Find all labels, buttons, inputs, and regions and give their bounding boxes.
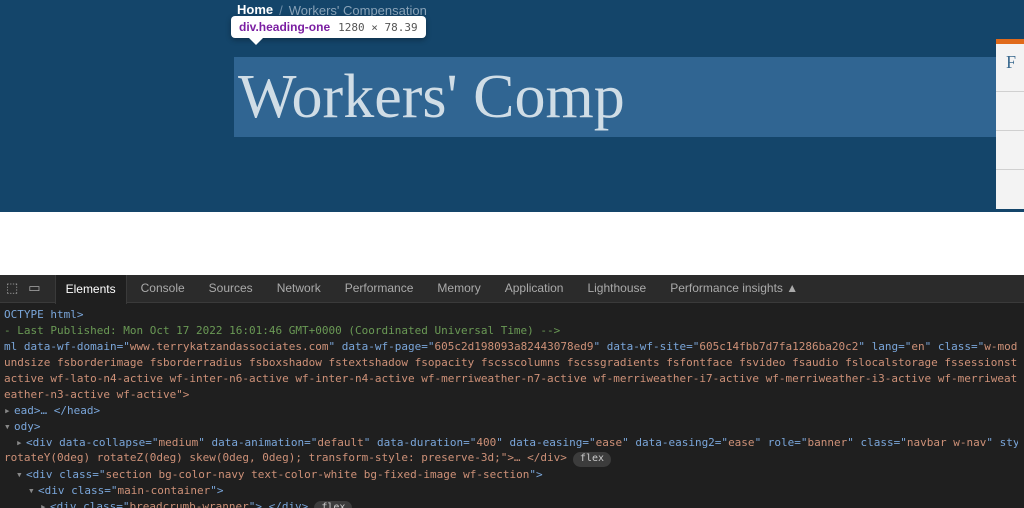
t: "> [529, 468, 542, 481]
disclose-icon[interactable]: ▾ [28, 483, 38, 499]
t: <div class=" [50, 500, 129, 508]
v: ease [728, 436, 755, 449]
devtools-toolbar-icons: ⬚ ▭ [6, 279, 41, 298]
v: eather-n3-active wf-active"> [4, 388, 189, 401]
flex-badge[interactable]: flex [314, 501, 352, 508]
tab-sources[interactable]: Sources [199, 275, 263, 303]
inspect-highlight-overlay: Workers' Comp [234, 57, 1024, 137]
v: www.terrykatzandassociates.com [130, 340, 329, 353]
disclose-icon[interactable]: ▸ [4, 403, 14, 419]
dom-line[interactable]: rotateY(0deg) rotateZ(0deg) skew(0deg, 0… [4, 450, 1018, 467]
v: main-container [117, 484, 210, 497]
t: " class=" [925, 340, 985, 353]
devtools-tab-bar: ⬚ ▭ Elements Console Sources Network Per… [0, 275, 1024, 303]
v: medium [158, 436, 198, 449]
v: 400 [476, 436, 496, 449]
t: ead>… </head> [14, 404, 100, 417]
tab-network[interactable]: Network [267, 275, 331, 303]
disclose-icon[interactable]: ▾ [16, 467, 26, 483]
t: " data-easing2=" [622, 436, 728, 449]
inspect-icon[interactable]: ⬚ [6, 279, 18, 298]
t: " class=" [847, 436, 907, 449]
dom-line[interactable]: ▸<div data-collapse="medium" data-animat… [4, 435, 1018, 451]
devtools-panel: ⬚ ▭ Elements Console Sources Network Per… [0, 275, 1024, 508]
v: banner [808, 436, 848, 449]
dom-line[interactable]: ml data-wf-domain="www.terrykatzandassoc… [4, 339, 1018, 355]
flex-badge[interactable]: flex [573, 452, 611, 467]
t: " data-easing=" [496, 436, 595, 449]
v: rotateY(0deg) rotateZ(0deg) skew(0deg, 0… [4, 451, 567, 464]
tab-elements[interactable]: Elements [55, 275, 127, 304]
tab-application[interactable]: Application [495, 275, 574, 303]
dom-line[interactable]: - Last Published: Mon Oct 17 2022 16:01:… [4, 323, 1018, 339]
v: breadcrumb-wranner [129, 500, 248, 508]
disclose-icon[interactable]: ▾ [4, 419, 14, 435]
dom-line[interactable]: ▾<div class="section bg-color-navy text-… [4, 467, 1018, 483]
disclose-icon[interactable]: ▸ [16, 435, 26, 451]
page-body-gap [0, 212, 1024, 275]
tab-memory[interactable]: Memory [427, 275, 490, 303]
tooltip-caret-icon [249, 38, 263, 45]
t: ">…</div> [249, 500, 309, 508]
device-toggle-icon[interactable]: ▭ [28, 279, 40, 298]
dom-line[interactable]: ▸ead>… </head> [4, 403, 1018, 419]
divider [996, 130, 1024, 131]
page-title: Workers' Comp [238, 62, 625, 133]
tab-performance-insights[interactable]: Performance insights ▲ [660, 275, 808, 303]
sidebar-card-letter: F [996, 44, 1024, 73]
v: section bg-color-navy text-color-white b… [105, 468, 529, 481]
t: " data-animation=" [198, 436, 317, 449]
v: en [911, 340, 924, 353]
v: 605c2d198093a82443078ed9 [435, 340, 594, 353]
divider [996, 169, 1024, 170]
devtools-elements-tree[interactable]: OCTYPE html> - Last Published: Mon Oct 1… [0, 303, 1024, 508]
inspect-tooltip-dimensions: 1280 × 78.39 [338, 21, 417, 34]
t: ody> [14, 420, 41, 433]
t: " role=" [755, 436, 808, 449]
t: " data-wf-page=" [329, 340, 435, 353]
t: " data-wf-site=" [593, 340, 699, 353]
sidebar-card: F [996, 39, 1024, 209]
t: <div class=" [26, 468, 105, 481]
t: " data-duration=" [364, 436, 477, 449]
t: " style=" [986, 436, 1018, 449]
t: <div data-collapse=" [26, 436, 158, 449]
v: navbar w-nav [907, 436, 986, 449]
v: 605c14fbb7d7fa1286ba20c2 [699, 340, 858, 353]
v: ease [596, 436, 623, 449]
v: default [317, 436, 363, 449]
dom-line[interactable]: ▾ody> [4, 419, 1018, 435]
t: <div class=" [38, 484, 117, 497]
dom-line[interactable]: undsize fsborderimage fsborderradius fsb… [4, 355, 1018, 371]
dom-line[interactable]: OCTYPE html> [4, 307, 1018, 323]
disclose-icon[interactable]: ▸ [40, 499, 50, 508]
dom-line[interactable]: ▾<div class="main-container"> [4, 483, 1018, 499]
v: w-mod-js fsjs fsflexbox fsno-t [984, 340, 1018, 353]
dom-line[interactable]: ▸<div class="breadcrumb-wranner">…</div>… [4, 499, 1018, 508]
t: "> [210, 484, 223, 497]
dom-line[interactable]: active wf-lato-n4-active wf-inter-n6-act… [4, 371, 1018, 387]
inspect-tooltip-selector: div.heading-one [239, 20, 330, 34]
tab-console[interactable]: Console [131, 275, 195, 303]
doctype-text: OCTYPE html> [4, 308, 83, 321]
t: " lang=" [858, 340, 911, 353]
inspect-tooltip: div.heading-one 1280 × 78.39 [231, 16, 426, 38]
page-hero: Home / Workers' Compensation div.heading… [0, 0, 1024, 212]
tab-performance[interactable]: Performance [335, 275, 424, 303]
tab-lighthouse[interactable]: Lighthouse [577, 275, 656, 303]
divider [996, 91, 1024, 92]
dom-line[interactable]: eather-n3-active wf-active"> [4, 387, 1018, 403]
t: ml data-wf-domain=" [4, 340, 130, 353]
